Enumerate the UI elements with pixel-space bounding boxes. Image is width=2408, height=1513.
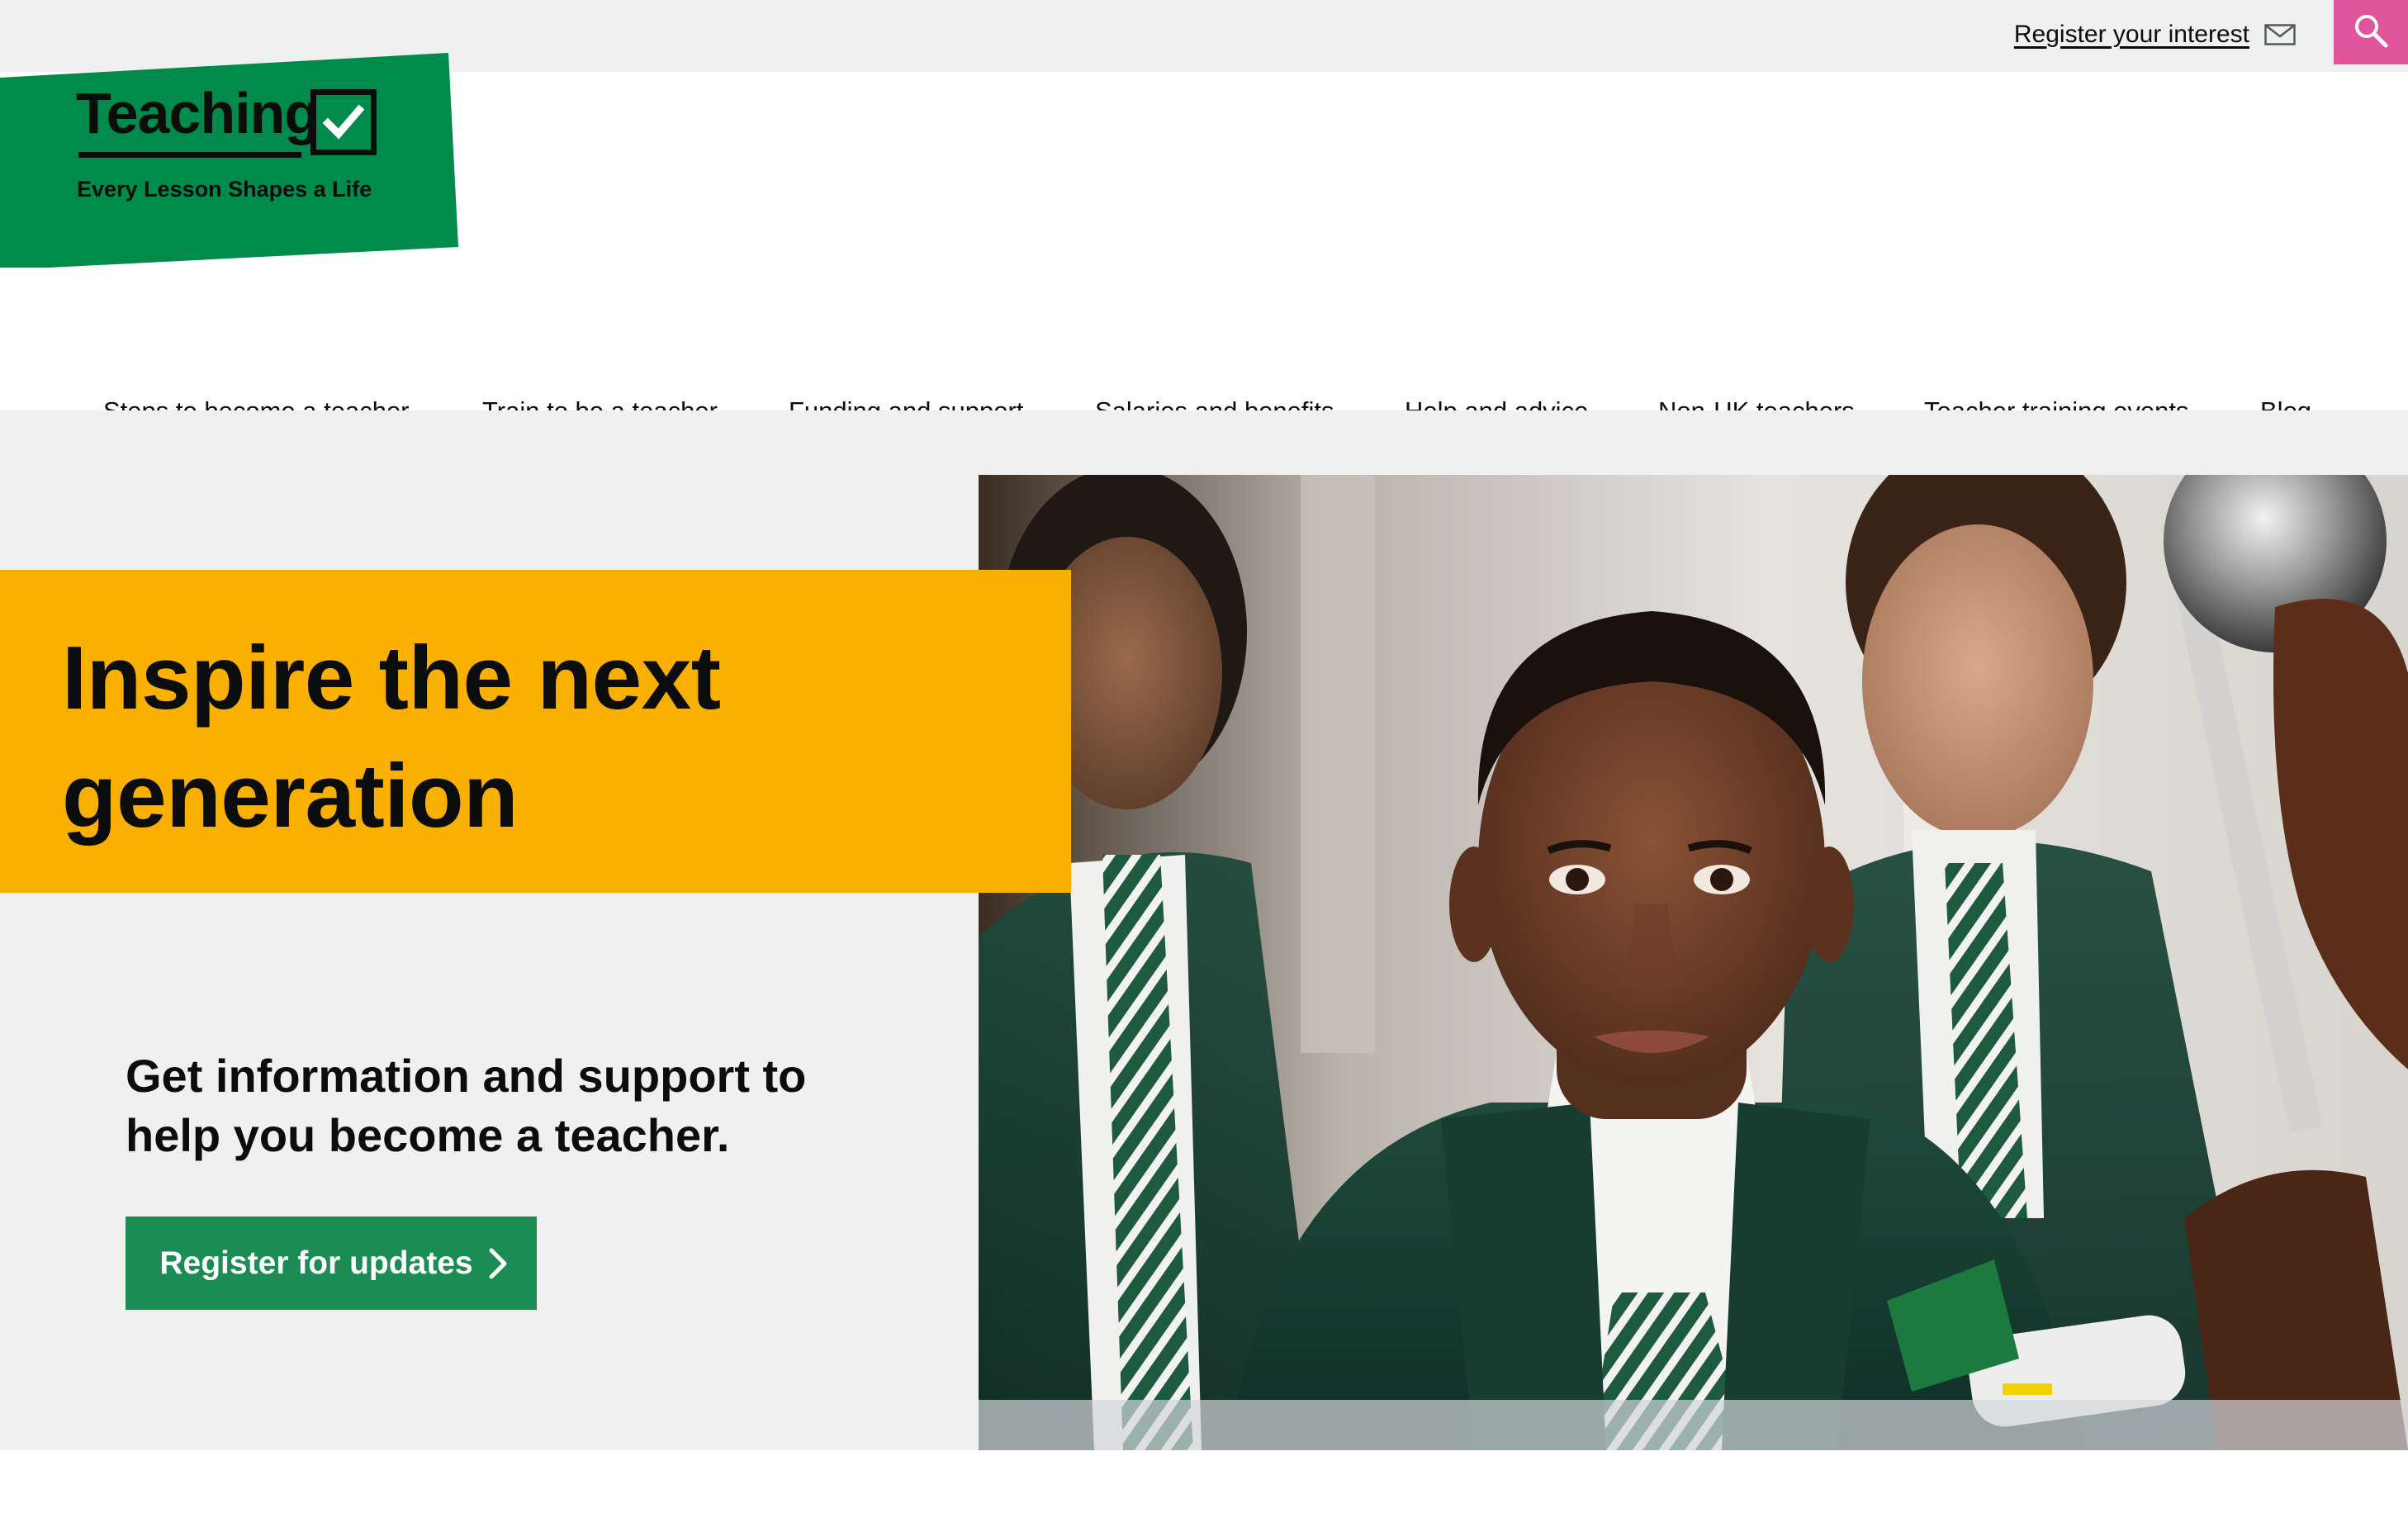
register-for-updates-button[interactable]: Register for updates [126,1217,537,1310]
search-button[interactable] [2334,0,2408,64]
hero-heading-box: Inspire the next generation [0,570,1071,893]
logo-tagline: Every Lesson Shapes a Life [77,177,372,202]
chevron-right-icon [488,1247,508,1280]
hero-subtext: Get information and support to help you … [126,1050,807,1161]
hero-heading: Inspire the next generation [62,628,721,847]
cta-label: Register for updates [159,1245,473,1281]
logo-underline [78,152,301,158]
envelope-icon [2264,24,2296,45]
teaching-logo[interactable]: Teaching Every Lesson Shapes a Life [0,53,462,268]
site-header: Teaching Every Lesson Shapes a Life Step… [0,53,2408,425]
logo-wordmark: Teaching [76,81,320,145]
register-interest-label: Register your interest [2013,21,2249,48]
students-in-classroom-photo [979,475,2408,1450]
search-icon [2353,12,2389,53]
register-interest-link[interactable]: Register your interest [2014,15,2296,55]
checkbox-tick-icon [310,89,377,155]
hero-section: Inspire the next generation Get informat… [0,410,2408,1450]
